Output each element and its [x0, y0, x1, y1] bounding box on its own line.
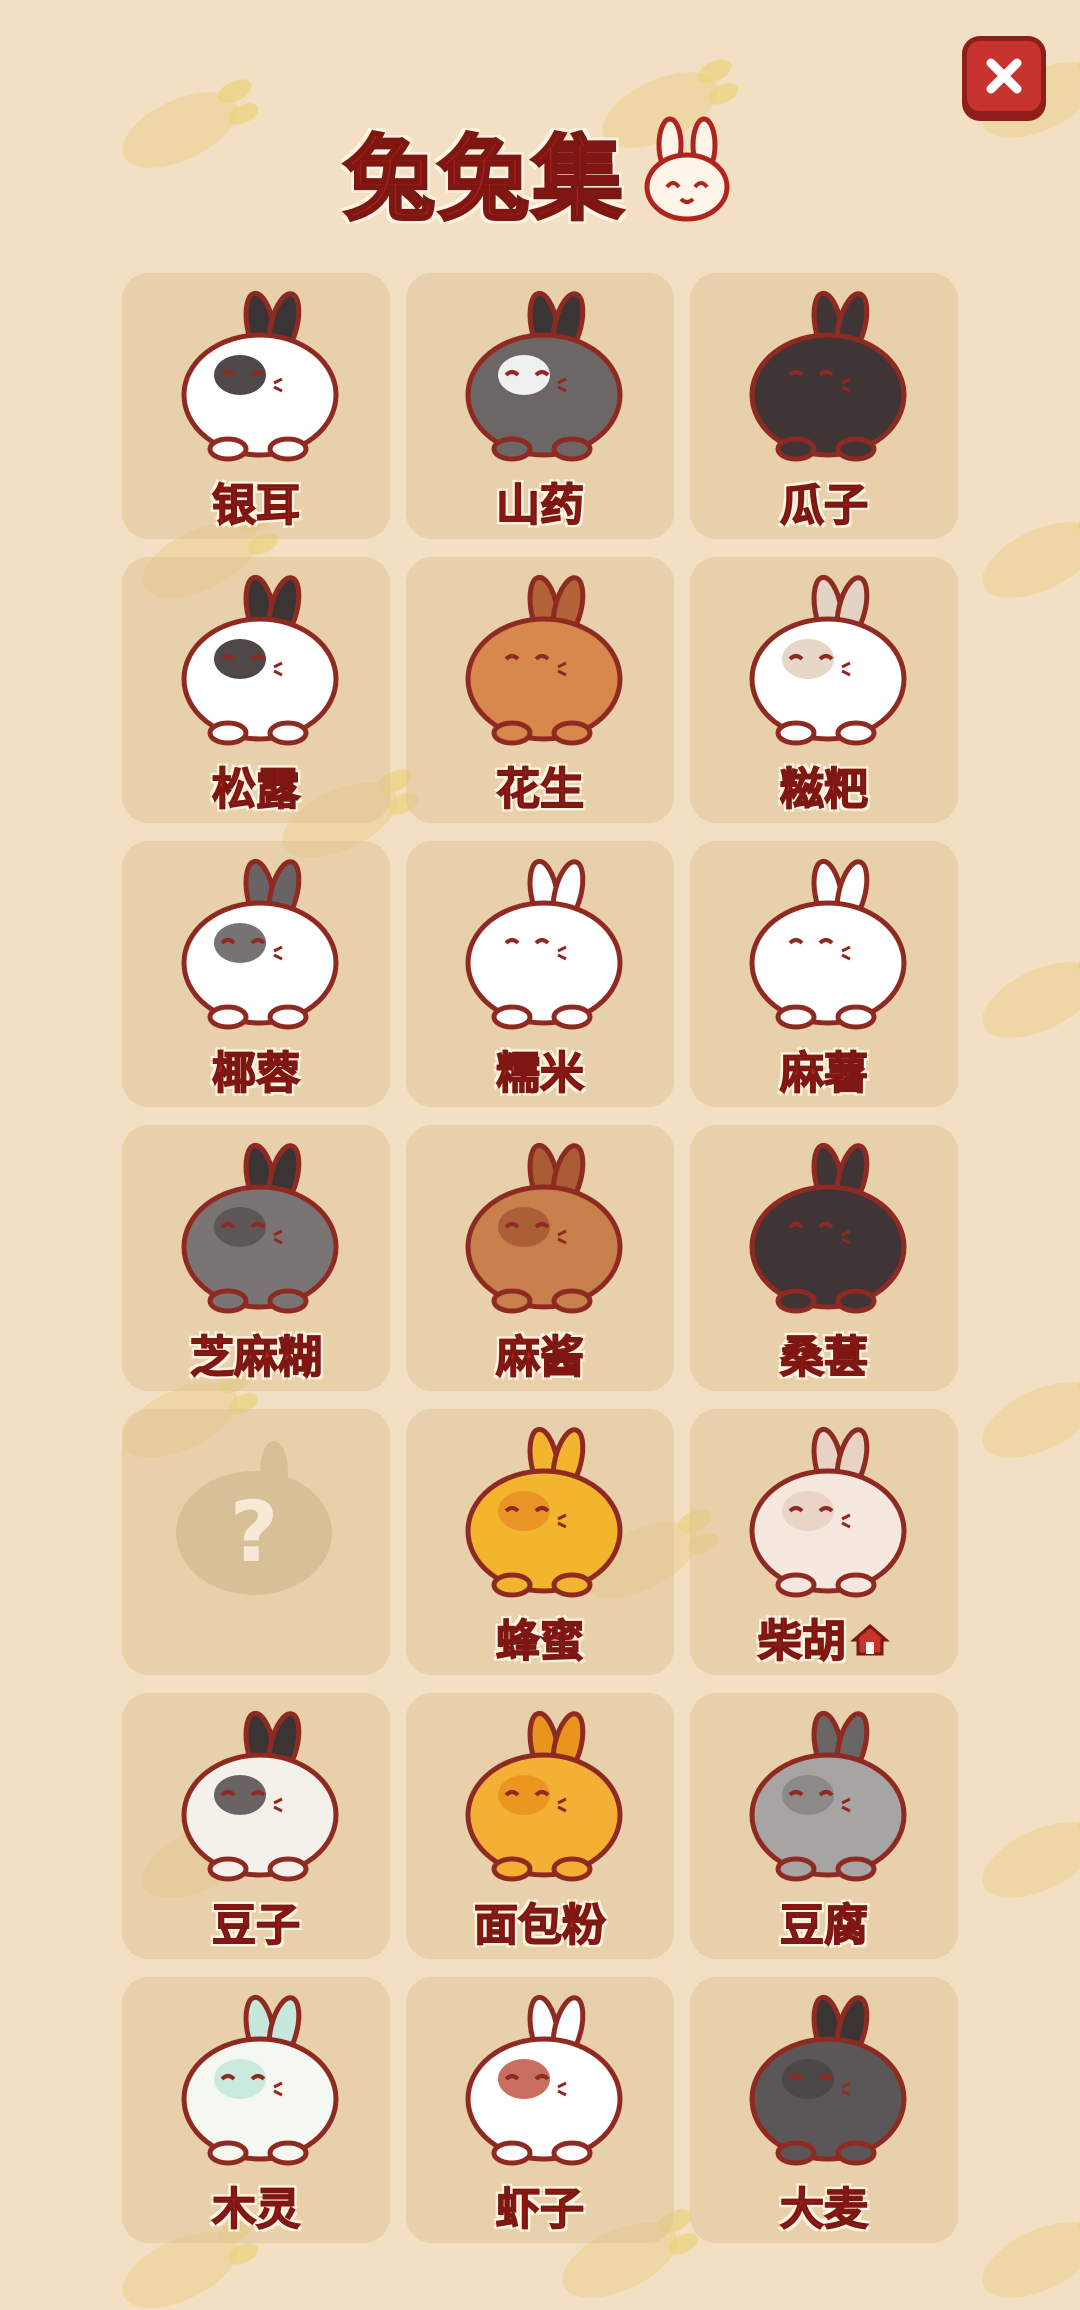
- bunny-sprite: [749, 1426, 907, 1598]
- bunny-card-locked[interactable]: ?: [122, 1409, 390, 1675]
- bunny-name: 花生: [406, 753, 674, 817]
- carrot-decoration: [982, 1809, 1080, 1898]
- bunny-card[interactable]: 木灵: [122, 1977, 390, 2243]
- bunny-card[interactable]: 桑葚: [690, 1125, 958, 1391]
- bunny-card[interactable]: 瓜子: [690, 273, 958, 539]
- bunny-card[interactable]: 糯米: [406, 841, 674, 1107]
- carrot-decoration: [982, 509, 1080, 598]
- bunny-sprite: [181, 290, 339, 462]
- bunny-card[interactable]: 银耳: [122, 273, 390, 539]
- carrot-decoration: [982, 949, 1080, 1038]
- bunny-name-text: 瓜子: [779, 479, 869, 532]
- bunny-name: 柴胡: [690, 1605, 958, 1670]
- bunny-sprite: [749, 858, 907, 1030]
- bunny-card[interactable]: 山药: [406, 273, 674, 539]
- bunny-sprite: [181, 574, 339, 746]
- bunny-name: 麻薯: [690, 1037, 958, 1101]
- bunny-sprite: [465, 1142, 623, 1314]
- bunny-name-text: 糍粑: [779, 763, 869, 816]
- bunny-sprite: [465, 290, 623, 462]
- bunny-card[interactable]: 花生: [406, 557, 674, 823]
- bunny-sprite: [465, 858, 623, 1030]
- bunny-card[interactable]: 豆腐: [690, 1693, 958, 1959]
- bunny-name-text: 麻酱: [495, 1331, 585, 1384]
- bunny-name: 豆腐: [690, 1889, 958, 1953]
- bunny-name: 面包粉: [406, 1889, 674, 1953]
- carrot-decoration: [982, 2209, 1080, 2298]
- bunny-name-text: 椰蓉: [211, 1047, 301, 1100]
- bunny-name-text: 花生: [495, 763, 585, 816]
- bunny-name: 麻酱: [406, 1321, 674, 1385]
- home-icon: [850, 1618, 890, 1669]
- bunny-name: 松露: [122, 753, 390, 817]
- bunny-name: 糍粑: [690, 753, 958, 817]
- bunny-name: 山药: [406, 469, 674, 533]
- bunny-card[interactable]: 虾子: [406, 1977, 674, 2243]
- bunny-name: 虾子: [406, 2173, 674, 2237]
- svg-text:?: ?: [230, 1483, 279, 1581]
- bunny-sprite: [749, 290, 907, 462]
- bunny-name-text: 柴胡: [757, 1615, 847, 1668]
- close-icon: [986, 58, 1022, 94]
- bunny-name-text: 芝麻糊: [189, 1331, 323, 1384]
- bunny-sprite: [465, 1710, 623, 1882]
- bunny-sprite: [465, 574, 623, 746]
- bunny-name-text: 蜂蜜: [495, 1615, 585, 1668]
- bunny-name: 桑葚: [690, 1321, 958, 1385]
- bunny-name-text: 面包粉: [473, 1899, 607, 1952]
- bunny-name-text: 虾子: [495, 2183, 585, 2236]
- bunny-sprite: [749, 1710, 907, 1882]
- close-button[interactable]: [962, 36, 1046, 116]
- bunny-sprite: [181, 1994, 339, 2166]
- bunny-card[interactable]: 麻薯: [690, 841, 958, 1107]
- bunny-card[interactable]: 蜂蜜: [406, 1409, 674, 1675]
- bunny-name: 瓜子: [690, 469, 958, 533]
- bunny-card[interactable]: 大麦: [690, 1977, 958, 2243]
- bunny-card[interactable]: 芝麻糊: [122, 1125, 390, 1391]
- bunny-card[interactable]: 糍粑: [690, 557, 958, 823]
- bunny-card[interactable]: 面包粉: [406, 1693, 674, 1959]
- bunny-sprite: [181, 1142, 339, 1314]
- bunny-name-text: 桑葚: [779, 1331, 869, 1384]
- bunny-name: 椰蓉: [122, 1037, 390, 1101]
- bunny-name-text: 山药: [495, 479, 585, 532]
- bunny-sprite: [465, 1426, 623, 1598]
- bunny-sprite: [749, 1142, 907, 1314]
- carrot-decoration: [982, 1369, 1080, 1458]
- bunny-sprite: [181, 1710, 339, 1882]
- page-title-row: 兔兔集: [0, 105, 1080, 245]
- bunny-name-text: 银耳: [211, 479, 301, 532]
- bunny-card[interactable]: 椰蓉: [122, 841, 390, 1107]
- bunny-name-text: 豆子: [211, 1899, 301, 1952]
- bunny-name: 芝麻糊: [122, 1321, 390, 1385]
- bunny-card[interactable]: 柴胡: [690, 1409, 958, 1675]
- page-title: 兔兔集: [342, 125, 626, 235]
- bunny-card[interactable]: 豆子: [122, 1693, 390, 1959]
- bunny-sprite: [749, 1994, 907, 2166]
- bunny-name-text: 木灵: [211, 2183, 301, 2236]
- bunny-name-text: 麻薯: [779, 1047, 869, 1100]
- bunny-name: 银耳: [122, 469, 390, 533]
- bunny-name-text: 大麦: [779, 2183, 869, 2236]
- locked-bunny-silhouette: ?: [176, 1441, 332, 1595]
- bunny-card[interactable]: 麻酱: [406, 1125, 674, 1391]
- bunny-name-text: 糯米: [495, 1047, 585, 1100]
- bunny-name: 糯米: [406, 1037, 674, 1101]
- collection-screen: 兔兔集 银耳 山药 瓜子松露 花生 糍粑椰蓉 糯米 麻薯芝麻糊 麻酱 桑葚? 蜂蜜 柴胡豆子 面包粉 豆…: [0, 0, 1080, 2310]
- bunny-name: 大麦: [690, 2173, 958, 2237]
- bunny-face-icon: [637, 115, 737, 229]
- bunny-sprite: [749, 574, 907, 746]
- bunny-name-text: 松露: [211, 763, 301, 816]
- bunny-name-text: 豆腐: [779, 1899, 869, 1952]
- bunny-sprite: [181, 858, 339, 1030]
- bunny-name: 木灵: [122, 2173, 390, 2237]
- bunny-sprite: [465, 1994, 623, 2166]
- bunny-card[interactable]: 松露: [122, 557, 390, 823]
- bunny-name: 蜂蜜: [406, 1605, 674, 1669]
- bunny-name: 豆子: [122, 1889, 390, 1953]
